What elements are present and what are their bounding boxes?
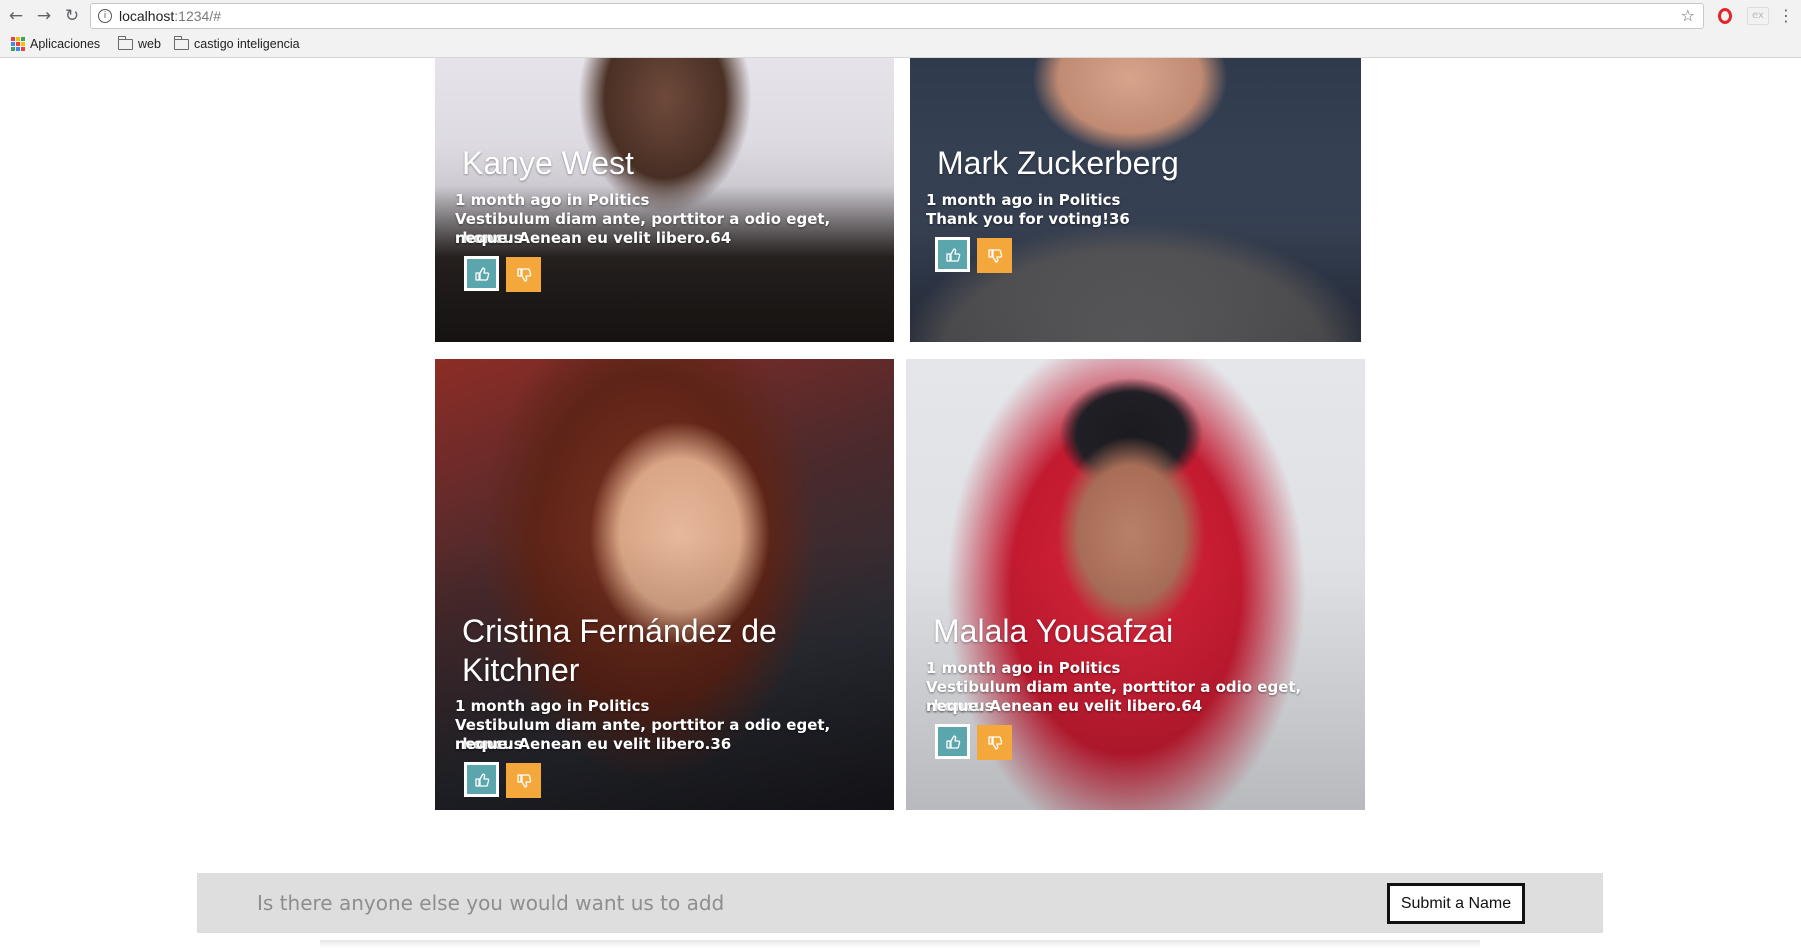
suggest-name-input[interactable] [257, 881, 1257, 925]
thumbs-up-icon [945, 734, 960, 749]
bookmark-label: Aplicaciones [30, 37, 101, 51]
vote-up-button[interactable] [935, 237, 970, 272]
url-text: localhost:1234/# [119, 8, 221, 24]
submit-name-button[interactable]: Submit a Name [1387, 883, 1525, 924]
bookmark-web[interactable]: web [117, 35, 161, 51]
info-icon[interactable]: i [98, 9, 112, 23]
post-meta: 1 month ago in Politics [926, 191, 1121, 209]
candidate-name: Kanye West [462, 145, 634, 181]
thumbs-down-icon [987, 735, 1002, 750]
vote-down-button[interactable] [506, 257, 541, 292]
bookmark-star-icon[interactable]: ☆ [1681, 6, 1695, 25]
thumbs-up-icon [474, 266, 489, 281]
vote-down-button[interactable] [506, 763, 541, 798]
candidate-card: Kanye West 1 month ago in Politics Vesti… [435, 58, 894, 342]
candidate-name-continued: Kitchner [462, 652, 580, 688]
bookmark-label: castigo inteligencia [194, 37, 300, 51]
vote-down-button[interactable] [977, 725, 1012, 760]
thumbs-down-icon [516, 267, 531, 282]
thumbs-up-icon [945, 247, 960, 262]
candidate-card: Mark Zuckerberg 1 month ago in Politics … [910, 58, 1361, 342]
apps-icon [11, 37, 25, 51]
vote-up-button[interactable] [464, 762, 499, 797]
post-text: neque. Aenean eu velit libero.64 [455, 229, 732, 247]
url-host: localhost [119, 8, 175, 24]
opera-extension-icon[interactable] [1718, 8, 1732, 24]
candidate-card: Cristina Fernández de Kitchner 1 month a… [435, 359, 894, 810]
bookmark-castigo-inteligencia[interactable]: castigo inteligencia [173, 35, 300, 51]
candidate-name: Cristina Fernández de [462, 613, 777, 649]
candidate-name: Malala Yousafzai [933, 613, 1174, 649]
vote-down-button[interactable] [977, 238, 1012, 273]
forward-arrow-icon[interactable]: → [34, 6, 54, 26]
browser-menu-icon[interactable]: ⋮ [1778, 6, 1794, 25]
candidate-card: Malala Yousafzai 1 month ago in Politics… [906, 359, 1365, 810]
post-meta: 1 month ago in Politics [926, 659, 1121, 677]
vote-up-button[interactable] [464, 256, 499, 291]
post-text: neque. Aenean eu velit libero.36 [455, 735, 732, 753]
url-path: :1234/# [174, 8, 221, 24]
folder-icon [173, 35, 189, 50]
back-arrow-icon[interactable]: ← [6, 6, 26, 26]
thumbs-down-icon [987, 248, 1002, 263]
folder-icon [117, 35, 133, 50]
post-text: neque. Aenean eu velit libero.64 [926, 697, 1203, 715]
reload-icon[interactable]: ↻ [62, 6, 82, 26]
candidate-name: Mark Zuckerberg [937, 145, 1179, 181]
address-bar[interactable]: i localhost:1234/# ☆ [90, 3, 1704, 29]
bookmark-apps[interactable]: Aplicaciones [11, 37, 100, 51]
thumbs-down-icon [516, 773, 531, 788]
bookmarks-bar: Aplicaciones web castigo inteligencia [0, 33, 1801, 58]
post-meta: 1 month ago in Politics [455, 697, 650, 715]
suggest-name-form: Submit a Name [197, 873, 1603, 933]
post-meta: 1 month ago in Politics [455, 191, 650, 209]
extension-icon[interactable]: ex [1747, 7, 1769, 25]
bookmark-label: web [138, 37, 161, 51]
browser-toolbar: ← → ↻ i localhost:1234/# ☆ ex ⋮ [0, 0, 1801, 33]
vote-up-button[interactable] [935, 724, 970, 759]
post-text: Thank you for voting!36 [926, 210, 1130, 228]
footer-shadow [320, 940, 1480, 948]
thumbs-up-icon [474, 772, 489, 787]
